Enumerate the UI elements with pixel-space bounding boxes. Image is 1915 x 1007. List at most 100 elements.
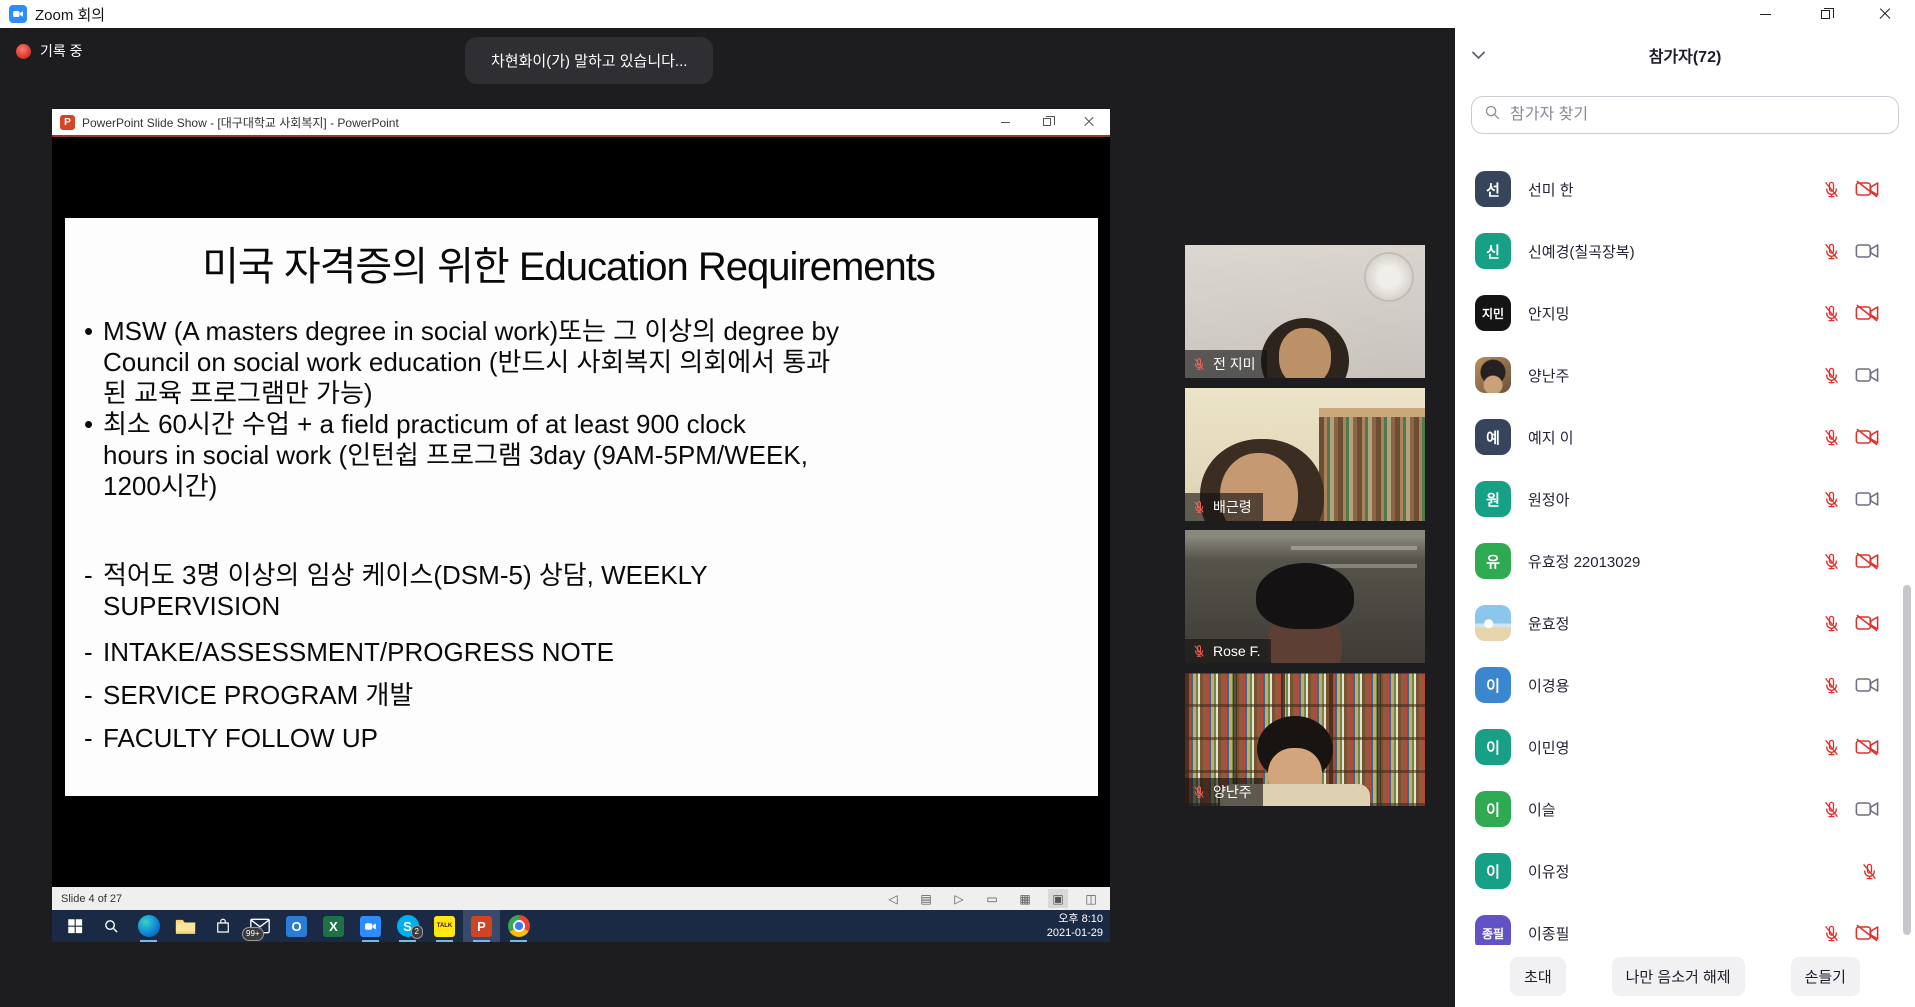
search-input[interactable] xyxy=(1510,106,1886,124)
slide-text-line: 된 교육 프로그램만 가능) xyxy=(103,378,373,408)
slide-paragraph: • MSW (A masters degree in social work)또는… xyxy=(65,316,1072,409)
search-button[interactable] xyxy=(93,910,130,942)
raise-hand-button[interactable]: 손들기 xyxy=(1791,957,1860,996)
slide-paragraph: •최소 60시간 수업 + a field practicum of at le… xyxy=(65,409,1072,502)
unmute-me-button[interactable]: 나만 음소거 해제 xyxy=(1612,957,1745,996)
participant-video-label: 배근령 xyxy=(1185,493,1263,521)
powerpoint-titlebar: PowerPoint Slide Show - [대구대학교 사회복지] - P… xyxy=(52,109,1110,135)
slide-text-line: MSW (A masters degree in social work)또는 … xyxy=(103,316,839,346)
video-off-icon xyxy=(1855,924,1879,942)
participant-status-icons xyxy=(1815,366,1879,385)
mic-off-icon xyxy=(1822,924,1841,943)
participant-row[interactable]: 이이슬 xyxy=(1455,778,1915,840)
avatar-initials: 이 xyxy=(1475,791,1511,827)
participant-status-icons xyxy=(1815,614,1879,633)
next-slide-icon[interactable]: ▷ xyxy=(949,889,969,908)
participants-scrollbar[interactable] xyxy=(1903,585,1911,935)
outlook-icon[interactable]: O xyxy=(278,910,315,942)
participant-row[interactable]: 선선미 한 xyxy=(1455,158,1915,220)
slide-text-line: 최소 60시간 수업 + a field practicum of at lea… xyxy=(103,409,746,439)
video-thumbnail[interactable]: 전 지미 xyxy=(1185,245,1425,378)
restore-button[interactable] xyxy=(1795,0,1855,28)
reading-view-icon[interactable]: ▣ xyxy=(1048,889,1068,908)
minimize-button[interactable] xyxy=(1735,0,1795,28)
mic-off-icon xyxy=(1822,366,1841,385)
file-explorer-icon[interactable] xyxy=(167,910,204,942)
badge: 99+ xyxy=(242,927,264,941)
participant-row[interactable]: 지민 안지밍 xyxy=(1455,282,1915,344)
participant-row[interactable]: 유유효정 22013029 xyxy=(1455,530,1915,592)
previous-slide-icon[interactable]: ◁ xyxy=(883,889,903,908)
mic-off-icon xyxy=(1822,242,1841,261)
avatar xyxy=(1475,357,1511,393)
participant-status-icons xyxy=(1815,800,1879,819)
video-thumbnail[interactable]: 배근령 xyxy=(1185,388,1425,521)
notes-view-icon[interactable]: ▭ xyxy=(982,889,1002,908)
mic-off-icon xyxy=(1822,800,1841,819)
zoom-app-icon[interactable] xyxy=(352,910,389,942)
chevron-down-icon[interactable] xyxy=(1471,48,1486,66)
participant-name: 안지밍 xyxy=(1528,303,1815,324)
participant-name: 이종필 xyxy=(1528,923,1815,944)
participant-name: 이민영 xyxy=(1528,737,1815,758)
invite-button[interactable]: 초대 xyxy=(1510,957,1566,996)
start-button[interactable] xyxy=(56,910,93,942)
store-icon[interactable] xyxy=(204,910,241,942)
record-dot-icon xyxy=(16,44,31,59)
avatar-initials: 신 xyxy=(1475,233,1511,269)
participants-footer: 초대 나만 음소거 해제 손들기 xyxy=(1455,945,1915,1007)
video-thumbnail[interactable]: Rose F. xyxy=(1185,530,1425,663)
person-face xyxy=(1279,328,1331,378)
participant-status-icons xyxy=(1815,862,1879,881)
slide-sorter-view-icon[interactable]: ▦ xyxy=(1015,889,1035,908)
participant-row[interactable]: 신신예경(칠곡장복) xyxy=(1455,220,1915,282)
avatar-initials: 유 xyxy=(1475,543,1511,579)
chrome-icon[interactable] xyxy=(500,910,537,942)
mic-off-icon xyxy=(1822,552,1841,571)
annotation-menu-icon[interactable]: ▤ xyxy=(916,889,936,908)
ppt-minimize-button[interactable] xyxy=(984,109,1026,135)
bullet-marker: • xyxy=(84,316,93,347)
edge-icon[interactable] xyxy=(130,910,167,942)
ppt-close-button[interactable] xyxy=(1068,109,1110,135)
slideshow-view-icon[interactable]: ◫ xyxy=(1081,889,1101,908)
participant-row[interactable]: 원원정아 xyxy=(1455,468,1915,530)
participant-name: 윤효정 xyxy=(1528,613,1815,634)
participant-row[interactable]: 예예지 이 xyxy=(1455,406,1915,468)
slide-body: • MSW (A masters degree in social work)또는… xyxy=(65,316,1072,754)
slide-text-line: FACULTY FOLLOW UP xyxy=(103,723,378,753)
bullet-marker: - xyxy=(84,680,93,711)
participant-row[interactable]: 윤효정 xyxy=(1455,592,1915,654)
close-button[interactable] xyxy=(1855,0,1915,28)
bookshelf xyxy=(1319,408,1425,521)
participant-row[interactable]: 이이경용 xyxy=(1455,654,1915,716)
slide-text-line: 1200시간) xyxy=(103,471,217,501)
avatar-initials: 선 xyxy=(1475,171,1511,207)
participants-panel: 참가자(72) 선선미 한신신예경(칠곡장복)지민안지밍양난주예예지 이원원정아… xyxy=(1455,28,1915,1007)
avatar-initials: 원 xyxy=(1475,481,1511,517)
mic-off-icon xyxy=(1192,785,1206,799)
mail-icon[interactable]: 99+ xyxy=(241,910,278,942)
powerpoint-icon[interactable]: P xyxy=(463,910,500,942)
video-off-icon xyxy=(1855,428,1879,446)
participant-name: 양난주 xyxy=(1528,365,1815,386)
participant-row[interactable]: 이이민영 xyxy=(1455,716,1915,778)
participant-row[interactable]: 이이유정 xyxy=(1455,840,1915,902)
kakaotalk-icon[interactable]: TALK xyxy=(426,910,463,942)
ppt-statusbar: Slide 4 of 27 ◁▤▷▭▦▣◫ xyxy=(52,887,1110,910)
slide-paragraph: -FACULTY FOLLOW UP xyxy=(65,723,1072,754)
participant-search-box xyxy=(1471,96,1899,134)
powerpoint-icon xyxy=(60,115,75,130)
badge: 2 xyxy=(411,925,423,939)
windows-taskbar: 99+OXS2TALKP 오후 8:10 2021-01-29 xyxy=(52,910,1110,942)
video-on-icon xyxy=(1855,676,1879,694)
avatar-initials: 지민 xyxy=(1475,295,1511,331)
excel-icon[interactable]: X xyxy=(315,910,352,942)
video-thumbnail[interactable]: 양난주 xyxy=(1185,673,1425,806)
participant-row[interactable]: 종필이종필 xyxy=(1455,902,1915,945)
ppt-restore-button[interactable] xyxy=(1026,109,1068,135)
recording-indicator: 기록 중 xyxy=(16,41,83,61)
mic-off-icon xyxy=(1192,500,1206,514)
participant-row[interactable]: 양난주 xyxy=(1455,344,1915,406)
skype-icon[interactable]: S2 xyxy=(389,910,426,942)
